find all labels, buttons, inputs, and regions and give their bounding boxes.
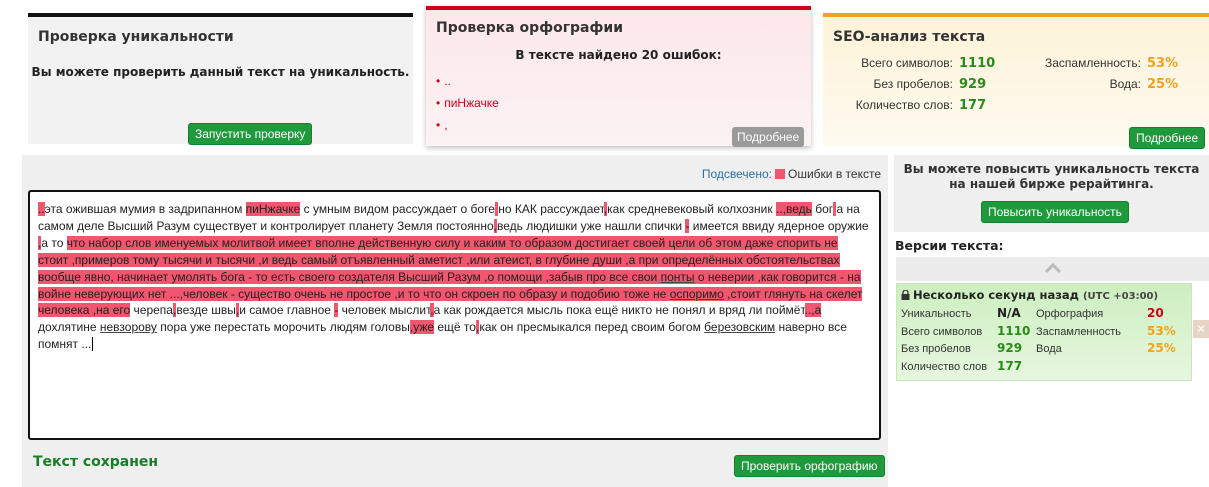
spelling-error-item: пиНжачке (436, 96, 499, 118)
spelling-card: Проверка орфографии В тексте найдено 20 … (426, 6, 811, 147)
version-spam-value: 53% (1147, 323, 1176, 338)
uniqueness-title: Проверка уникальности (38, 29, 234, 45)
seo-words-label: Количество слов: (855, 98, 953, 112)
seo-water-value: 25% (1147, 77, 1179, 92)
seo-more-button[interactable]: Подробнее (1129, 127, 1206, 149)
text-fragment: эта ожившая мумия в задрипанном (44, 202, 246, 216)
version-total-label: Всего символов (901, 325, 983, 338)
text-cursor (92, 337, 94, 352)
error-highlight: ..,ведь (775, 202, 812, 216)
lock-icon (901, 289, 910, 300)
seo-total-label: Всего символов: (861, 56, 953, 70)
version-water-value: 25% (1147, 341, 1176, 355)
error-highlight: пиНжачке (245, 202, 301, 216)
text-fragment: везде швы (176, 303, 236, 318)
version-item[interactable]: Несколько секунд назад (UTC +03:00) Уник… (896, 283, 1192, 381)
uniqueness-text: Вы можете проверить данный текст на уник… (31, 65, 410, 79)
check-spelling-button[interactable]: Проверить орфографию (734, 455, 885, 477)
uniqueness-card: Проверка уникальности Вы можете проверит… (28, 13, 413, 145)
text-fragment: с умным видом рассуждает о боге (300, 202, 495, 216)
version-right-stats: Орфография 20 Заспамленность 53% Вода 25% (1036, 306, 1176, 359)
text-fragment: пора уже перестать морочить людям головы (156, 320, 410, 335)
promo-box: Вы можете повысить уникальность текста н… (894, 155, 1209, 232)
error-highlight: оспоримо (669, 286, 724, 301)
editor-panel: Подсвечено: Ошибки в тексте ..эта ожившая… (22, 155, 888, 487)
text-fragment: как средневековый колхозник (607, 202, 776, 216)
promo-text: Вы можете повысить уникальность текста н… (903, 162, 1200, 191)
text-fragment: невзорову (99, 320, 157, 335)
seo-words-value: 177 (959, 98, 987, 113)
version-spam-label: Заспамленность (1036, 325, 1121, 338)
error-highlight: .. (38, 202, 45, 216)
chevron-up-icon (1044, 262, 1062, 274)
seo-total-value: 1110 (959, 56, 996, 71)
version-header: Несколько секунд назад (UTC +03:00) (901, 288, 1158, 302)
text-fragment: и самое главное (239, 303, 335, 318)
spelling-errors-count: В тексте найдено 20 ошибок: (515, 48, 722, 62)
error-highlight: ..,а (804, 303, 822, 318)
seo-water-label: Вода: (1109, 77, 1141, 91)
spelling-error-item: .. (436, 74, 499, 96)
version-spell-label: Орфография (1036, 308, 1104, 320)
version-uniq-label: Уникальность (901, 308, 972, 320)
text-fragment: как он пресмыкался перед своим богом (479, 320, 705, 335)
version-water-label: Вода (1036, 343, 1062, 355)
spelling-error-list: .. пиНжачке , (436, 74, 499, 140)
seo-right-stats: Заспамленность: 53% Вода: 25% (1033, 56, 1178, 98)
text-fragment: черепа (130, 303, 173, 318)
seo-spam-label: Заспамленность: (1044, 56, 1141, 70)
highlight-legend: Подсвечено: Ошибки в тексте (702, 167, 881, 181)
seo-nospace-label: Без пробелов: (873, 77, 954, 91)
text-fragment: имеется ввиду ядерное оружие (689, 218, 869, 233)
seo-left-stats: Всего символов: 1110 Без пробелов: 929 Кол… (833, 56, 995, 119)
text-fragment: бог (811, 202, 834, 216)
text-fragment: а как рождается мысль пока ещё никто не … (433, 303, 805, 318)
text-fragment: а то (41, 235, 67, 250)
version-uniq-value: N/A (997, 306, 1021, 320)
versions-scroll-up[interactable] (896, 257, 1209, 281)
boost-uniqueness-button[interactable]: Повысить уникальность (981, 201, 1129, 223)
run-uniqueness-check-button[interactable]: Запустить проверку (188, 123, 313, 145)
version-words-value: 177 (997, 358, 1023, 373)
seo-title: SEO-анализ текста (833, 29, 986, 45)
error-highlight: понты (660, 269, 695, 284)
spelling-error-item: , (436, 118, 499, 140)
text-fragment: но КАК рассуждает (498, 202, 604, 216)
text-fragment: человек мыслит (338, 303, 431, 318)
seo-spam-value: 53% (1147, 56, 1179, 71)
highlight-legend-label: Подсвечено: (701, 167, 772, 181)
text-fragment: ещё то (434, 320, 476, 335)
version-timezone: (UTC +03:00) (1082, 291, 1159, 302)
spelling-title: Проверка орфографии (436, 20, 623, 36)
spelling-more-button[interactable]: Подробнее (732, 127, 805, 147)
version-spell-value: 20 (1147, 306, 1164, 320)
version-words-label: Количество слов (901, 360, 988, 373)
version-total-value: 1110 (997, 323, 1031, 338)
text-fragment: дохлятине (38, 320, 100, 335)
version-nospace-value: 929 (997, 341, 1023, 355)
version-left-stats: Уникальность N/A Всего символов 1110 Без п… (901, 306, 1030, 376)
seo-nospace-value: 929 (959, 77, 987, 92)
highlight-legend-text: Ошибки в тексте (788, 167, 881, 181)
error-highlight: ,уже (409, 320, 435, 335)
highlight-swatch (775, 169, 785, 179)
text-editor[interactable]: ..эта ожившая мумия в задрипанном пиНжач… (28, 190, 881, 440)
version-nospace-label: Без пробелов (901, 343, 971, 355)
close-icon[interactable]: ✕ (1193, 320, 1209, 338)
saved-status: Текст сохранен (33, 454, 159, 470)
seo-card: SEO-анализ текста Всего символов: 1110 Бе… (823, 13, 1209, 149)
version-time: Несколько секунд назад (913, 288, 1079, 302)
versions-title: Версии текста: (895, 238, 1004, 253)
text-fragment: ведь людишки уже нашли спички (496, 218, 686, 233)
text-fragment: березовским (704, 320, 776, 335)
